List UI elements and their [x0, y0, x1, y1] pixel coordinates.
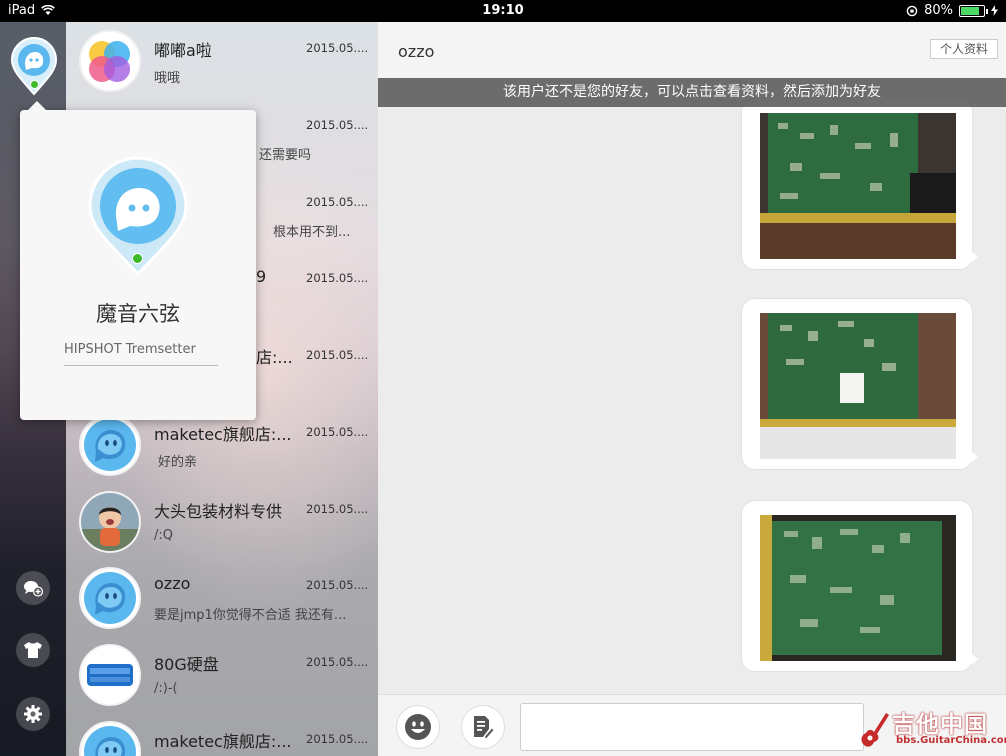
conversation-date: 2015.05.... — [306, 578, 369, 592]
online-status-dot — [30, 80, 39, 89]
conversation-date: 2015.05.... — [306, 118, 369, 132]
chat-header: ozzo 个人资料 — [378, 22, 1006, 78]
emoji-button[interactable] — [396, 705, 440, 749]
conversation-preview: 哦哦 — [154, 71, 181, 86]
conversation-item[interactable]: ozzo 2015.05.... 要是jmp1你觉得不合适 我还有... — [66, 559, 378, 635]
not-friend-notice[interactable]: 该用户还不是您的好友，可以点击查看资料，然后添加为好友 — [378, 78, 1006, 107]
conversation-name: maketec旗舰店:... — [154, 732, 292, 751]
more-button[interactable] — [461, 705, 505, 749]
conversation-preview: 好的亲 — [158, 455, 198, 470]
conversation-preview: 要是jmp1你觉得不合适 我还有... — [154, 608, 347, 623]
default-avatar-icon — [79, 567, 141, 629]
game-center-icon — [79, 30, 141, 92]
conversation-name: 大头包装材料专供 — [154, 502, 283, 521]
conversation-preview: 还需要吗 — [259, 148, 312, 163]
message-photo[interactable] — [760, 515, 956, 661]
online-status-dot — [132, 253, 143, 264]
message-photo[interactable] — [760, 113, 956, 259]
my-avatar[interactable] — [10, 36, 58, 96]
chat-pane: ozzo 个人资料 该用户还不是您的好友，可以点击查看资料，然后添加为好友 吉他… — [378, 22, 1006, 756]
chat-add-icon — [24, 581, 43, 597]
message-photo[interactable] — [760, 313, 956, 459]
conversation-name: ozzo — [154, 574, 191, 593]
hard-drive-label — [79, 644, 141, 706]
rotation-lock-icon — [906, 5, 918, 16]
conversation-date: 2015.05.... — [306, 271, 369, 285]
image-message[interactable] — [741, 98, 978, 270]
conversation-name: maketec旗舰店:... — [154, 425, 292, 444]
add-chat-button[interactable] — [16, 571, 50, 605]
conversation-name: 80G硬盘 — [154, 655, 219, 674]
conversation-date: 2015.05.... — [306, 732, 369, 746]
conversation-date: 2015.05.... — [306, 348, 369, 362]
watermark-subtitle: bbs.GuitarChina.com — [896, 735, 1006, 746]
profile-signature[interactable]: HIPSHOT Tremsetter — [64, 342, 218, 357]
guitarchina-watermark: 吉他中国 bbs.GuitarChina.com — [858, 701, 1006, 755]
conversation-item[interactable]: 80G硬盘 2015.05.... /:)-( — [66, 636, 378, 712]
default-avatar-icon — [79, 414, 141, 476]
chat-title: ozzo — [398, 42, 435, 61]
conversation-preview: /:)-( — [154, 681, 178, 696]
default-avatar-icon — [79, 721, 141, 756]
conversation-date: 2015.05.... — [306, 425, 369, 439]
document-edit-icon — [474, 716, 495, 739]
shirt-icon — [24, 642, 42, 658]
watermark-title: 吉他中国 — [892, 712, 988, 738]
smiley-icon — [405, 714, 431, 740]
child-photo — [79, 491, 141, 553]
image-message[interactable] — [741, 500, 978, 672]
profile-popover: 魔音六弦 HIPSHOT Tremsetter — [20, 101, 256, 420]
theme-button[interactable] — [16, 633, 50, 667]
settings-button[interactable] — [16, 697, 50, 731]
conversation-date: 2015.05.... — [306, 195, 369, 209]
battery-percent: 80% — [924, 3, 953, 18]
conversation-date: 2015.05.... — [306, 502, 369, 516]
conversation-item[interactable]: 大头包装材料专供 2015.05.... /:Q — [66, 483, 378, 559]
charging-icon — [991, 5, 998, 16]
status-bar: iPad 19:10 80% — [0, 0, 1006, 22]
input-bar: 吉他中国 bbs.GuitarChina.com — [378, 694, 1006, 756]
conversation-date: 2015.05.... — [306, 41, 369, 55]
conversation-name: 9 — [256, 267, 267, 286]
profile-avatar[interactable] — [84, 154, 192, 278]
message-input[interactable] — [520, 703, 864, 751]
profile-name: 魔音六弦 — [96, 302, 180, 326]
signature-underline — [64, 365, 218, 366]
view-profile-button[interactable]: 个人资料 — [930, 39, 998, 59]
conversation-preview: 根本用不到... — [273, 225, 351, 240]
conversation-name: 店:... — [256, 348, 293, 367]
battery-icon — [959, 4, 988, 17]
conversation-item[interactable]: maketec旗舰店:... 2015.05.... — [66, 713, 378, 756]
conversation-date: 2015.05.... — [306, 655, 369, 669]
guitar-logo-icon — [861, 713, 889, 747]
conversation-item[interactable]: 嘟嘟a啦 2015.05.... 哦哦 — [66, 22, 378, 98]
conversation-name: 嘟嘟a啦 — [154, 41, 212, 60]
conversation-preview: /:Q — [154, 528, 173, 543]
gear-icon — [24, 705, 42, 723]
status-time: 19:10 — [482, 3, 524, 18]
image-message[interactable] — [741, 298, 978, 470]
